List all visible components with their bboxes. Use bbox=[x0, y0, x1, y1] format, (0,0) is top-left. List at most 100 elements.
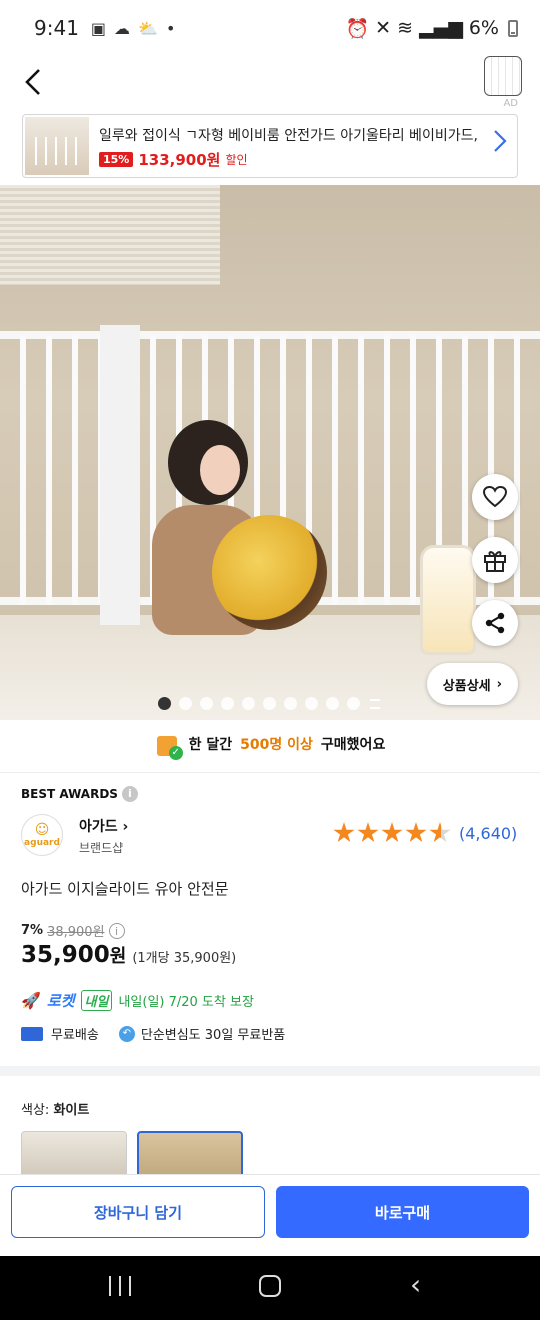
chevron-left-icon bbox=[25, 69, 40, 95]
wishlist-button[interactable] bbox=[472, 474, 518, 520]
brand-logo[interactable]: ☺ aguard bbox=[21, 814, 63, 856]
info-icon[interactable]: i bbox=[108, 922, 125, 939]
gallery-icon: ▣ bbox=[90, 18, 107, 38]
star-half-icon bbox=[429, 822, 451, 843]
return-icon: ↶ bbox=[118, 1025, 135, 1042]
carousel-dot bbox=[242, 697, 255, 710]
share-button[interactable] bbox=[472, 600, 518, 646]
status-bar: 9:41 ▣ ☁ ⛅ • ⏰ ✕ ≋ ▂▄▆ 6% bbox=[0, 0, 540, 56]
add-to-cart-button[interactable]: 장바구니 담기 bbox=[11, 1186, 265, 1238]
child-face bbox=[200, 445, 240, 495]
system-nav-bar: ‹ bbox=[0, 1256, 540, 1320]
status-right: ⏰ ✕ ≋ ▂▄▆ 6% bbox=[345, 17, 518, 40]
carousel-dot bbox=[179, 697, 192, 710]
carousel-dot bbox=[326, 697, 339, 710]
purchase-highlight: 500명 이상 bbox=[240, 737, 313, 753]
chevron-right-icon: › bbox=[117, 819, 129, 835]
ad-mark: AD bbox=[503, 98, 518, 109]
signal-icon: ▂▄▆ bbox=[419, 17, 463, 39]
brand-shop-label: 브랜드샵 bbox=[79, 841, 124, 855]
wifi-icon: ≋ bbox=[397, 17, 413, 39]
color-option-value: 화이트 bbox=[53, 1103, 90, 1118]
arrival-guarantee: 내일(일) 7/20 도착 보장 bbox=[118, 995, 254, 1010]
smiley-icon: ☺ bbox=[34, 822, 50, 838]
status-time: 9:41 bbox=[34, 16, 79, 40]
share-icon bbox=[485, 612, 505, 634]
carousel-dot bbox=[305, 697, 318, 710]
carousel-dot bbox=[200, 697, 213, 710]
battery-icon bbox=[508, 19, 518, 37]
home-icon[interactable] bbox=[259, 1275, 281, 1297]
star-icon bbox=[333, 822, 355, 843]
free-shipping: 무료배송 bbox=[51, 1028, 99, 1043]
fence-post bbox=[100, 325, 140, 625]
carousel-dot bbox=[221, 697, 234, 710]
purchase-suffix: 구매했어요 bbox=[320, 737, 386, 753]
naeil-badge: 내일 bbox=[80, 990, 113, 1011]
chevron-right-icon bbox=[493, 129, 507, 159]
brand-name: 아가드 bbox=[79, 819, 118, 835]
cloud-icon: ☁ bbox=[114, 18, 131, 38]
shipping-row: 무료배송 ↶ 단순변심도 30일 무료반품 bbox=[21, 1024, 285, 1043]
ad-discount-badge: 15% bbox=[99, 152, 134, 167]
heart-icon bbox=[482, 485, 508, 508]
free-return: 단순변심도 30일 무료반품 bbox=[140, 1028, 286, 1043]
purchase-prefix: 한 달간 bbox=[188, 737, 233, 753]
brand-logo-text: aguard bbox=[24, 838, 60, 848]
ad-thumbnail bbox=[25, 117, 89, 175]
star-icon bbox=[357, 822, 379, 843]
rocket-delivery-row: 🚀 로켓 내일 내일(일) 7/20 도착 보장 bbox=[21, 990, 254, 1011]
ad-price-row: 15% 133,900원 할인 bbox=[99, 149, 248, 170]
bee-plush bbox=[212, 515, 327, 630]
price-row: 35,900원 (1개당 35,900원) bbox=[21, 942, 236, 968]
shopping-bag-icon bbox=[155, 730, 183, 760]
discount-rate: 7% bbox=[21, 923, 44, 938]
gift-button[interactable] bbox=[472, 537, 518, 583]
back-nav-icon[interactable]: ‹ bbox=[410, 1268, 421, 1301]
ad-sale-label: 할인 bbox=[225, 153, 248, 167]
chevron-right-icon: › bbox=[496, 676, 502, 692]
rating[interactable]: (4,640) bbox=[333, 822, 517, 844]
carousel-dot bbox=[158, 697, 171, 710]
alarm-icon: ⏰ bbox=[345, 17, 370, 40]
review-count[interactable]: (4,640) bbox=[459, 824, 517, 843]
divider bbox=[0, 772, 540, 773]
discount-row: 7% 38,900원 i bbox=[21, 921, 125, 940]
back-button[interactable] bbox=[18, 62, 48, 102]
carousel-indicator bbox=[158, 697, 380, 710]
rocket-label: 로켓 bbox=[46, 992, 75, 1010]
rocket-icon: 🚀 bbox=[21, 991, 41, 1010]
best-awards[interactable]: BEST AWARDS i bbox=[21, 786, 138, 802]
gift-icon bbox=[484, 551, 506, 572]
battery-text: 6% bbox=[468, 17, 499, 39]
best-awards-label: BEST AWARDS bbox=[21, 787, 118, 801]
product-title: 아가드 이지슬라이드 유아 안전문 bbox=[21, 880, 229, 898]
carousel-dot bbox=[347, 697, 360, 710]
star-icon bbox=[381, 822, 403, 843]
purchase-count-row: 한 달간 500명 이상 구매했어요 bbox=[0, 728, 540, 760]
unit-price: (1개당 35,900원) bbox=[132, 951, 237, 966]
info-icon: i bbox=[121, 786, 138, 802]
ad-title: 일루와 접이식 ㄱ자형 베이비룸 안전가드 아기울타리 베이비가드, ... bbox=[99, 128, 479, 144]
ad-price: 133,900원 bbox=[138, 151, 221, 169]
product-image-carousel[interactable]: 상품상세 › bbox=[0, 185, 540, 720]
action-bar: 장바구니 담기 바로구매 bbox=[0, 1174, 540, 1256]
star-icon bbox=[405, 822, 427, 843]
window-blinds bbox=[0, 185, 220, 285]
original-price: 38,900원 bbox=[47, 925, 105, 940]
image-thumbnail-button[interactable] bbox=[484, 56, 522, 96]
weather-icon: ⛅ bbox=[138, 18, 158, 38]
carousel-dot bbox=[284, 697, 297, 710]
product-detail-label: 상품상세 bbox=[442, 678, 491, 694]
product-detail-button[interactable]: 상품상세 › bbox=[426, 663, 518, 705]
color-option-label: 색상: 화이트 bbox=[21, 1103, 90, 1118]
brand-link[interactable]: 아가드 › bbox=[79, 816, 128, 836]
buy-now-button[interactable]: 바로구매 bbox=[276, 1186, 529, 1238]
top-nav: AD bbox=[0, 56, 540, 109]
recents-icon[interactable] bbox=[109, 1276, 131, 1296]
lantern bbox=[420, 545, 476, 655]
ad-banner[interactable]: 일루와 접이식 ㄱ자형 베이비룸 안전가드 아기울타리 베이비가드, ... 1… bbox=[22, 114, 518, 178]
dot-icon: • bbox=[165, 18, 176, 38]
carousel-more-icon bbox=[370, 698, 380, 709]
section-divider bbox=[0, 1066, 540, 1076]
